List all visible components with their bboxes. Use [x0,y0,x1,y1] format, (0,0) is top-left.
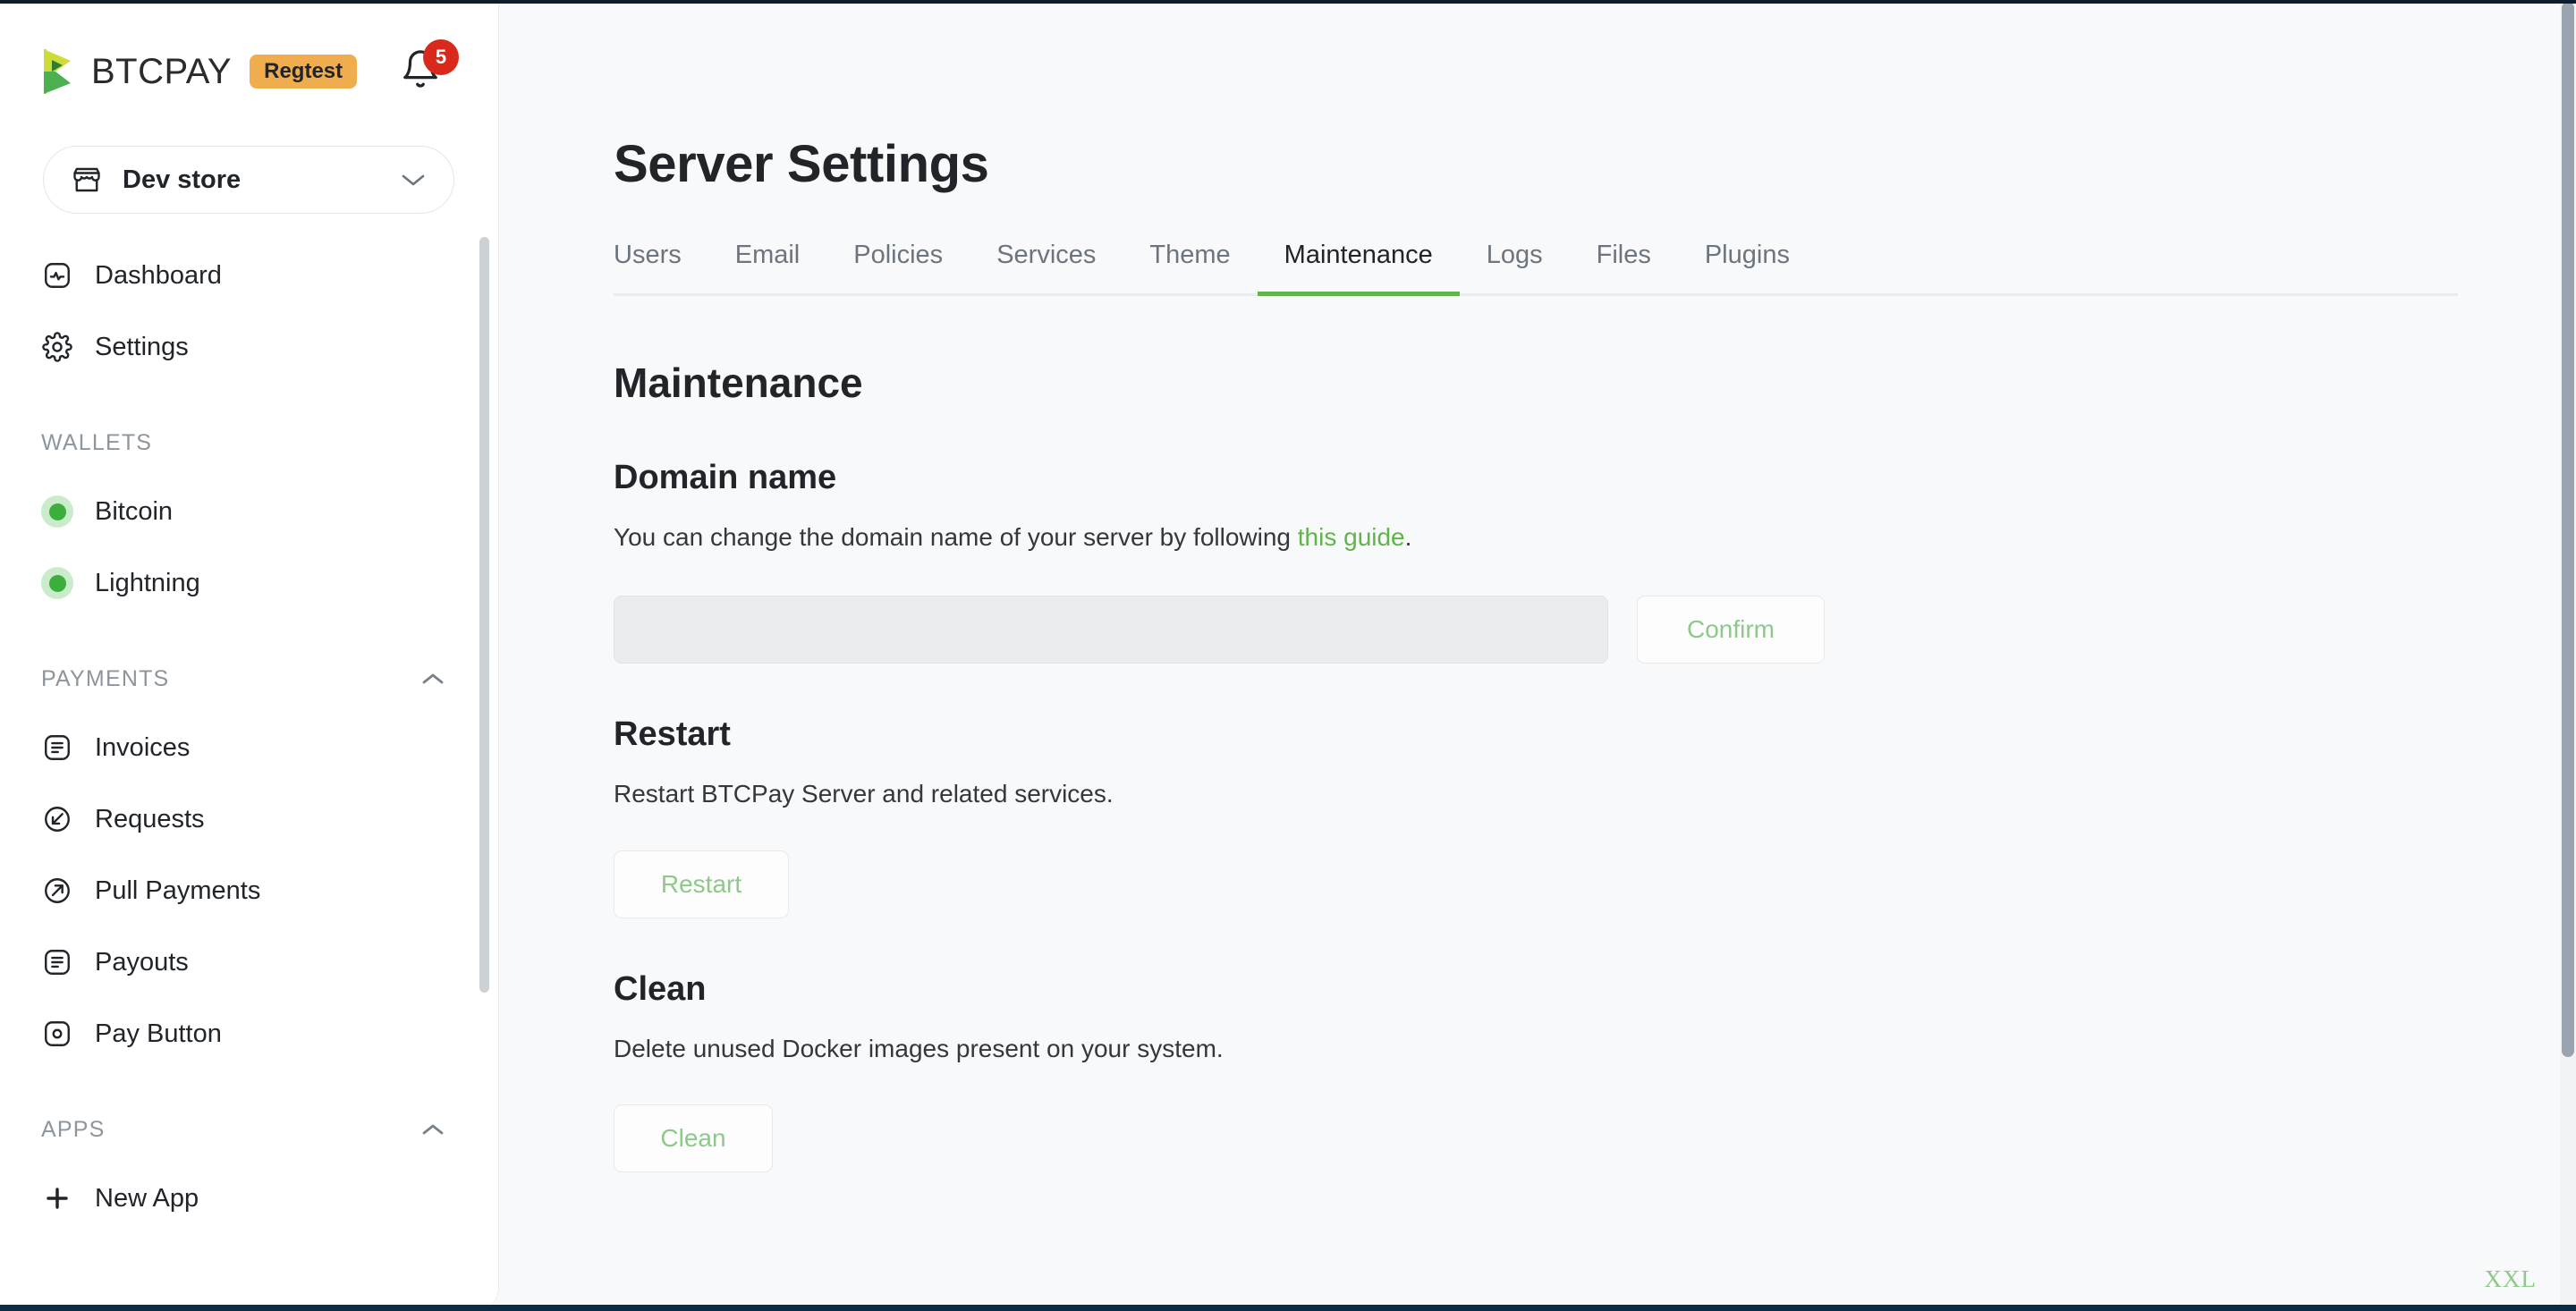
domain-name-form: Confirm [614,596,2458,664]
tab-logs[interactable]: Logs [1460,241,1570,293]
invoice-icon [41,732,73,764]
sidebar-heading-label: PAYMENTS [41,666,420,692]
nav-spacer [41,619,499,646]
clean-heading: Clean [614,970,2458,1009]
sidebar-item-label: Pay Button [95,1019,222,1049]
sidebar-item-settings[interactable]: Settings [41,311,499,383]
status-dot-icon [41,567,73,599]
domain-name-heading: Domain name [614,459,2458,497]
domain-desc-text-before: You can change the domain name of your s… [614,523,1298,551]
brand-wordmark: BTCPAY [91,52,232,92]
restart-description: Restart BTCPay Server and related servic… [614,777,2458,811]
sidebar-item-invoices[interactable]: Invoices [41,712,499,783]
domain-desc-text-after: . [1405,523,1412,551]
clean-description: Delete unused Docker images present on y… [614,1032,2458,1066]
tab-services[interactable]: Services [970,241,1123,293]
sidebar-heading-apps[interactable]: APPS [41,1096,499,1163]
tab-policies[interactable]: Policies [826,241,970,293]
app-window: BTCPAY Regtest 5 Dev store [0,0,2576,1311]
domain-name-description: You can change the domain name of your s… [614,520,2458,554]
sidebar-item-label: Settings [95,333,189,362]
sidebar-heading-wallets: WALLETS [41,410,499,476]
store-icon [71,164,103,196]
sidebar-item-label: New App [95,1184,199,1214]
chevron-up-icon [420,1121,445,1138]
tab-plugins[interactable]: Plugins [1678,241,1817,293]
chevron-down-icon [400,171,427,189]
sidebar-item-pull-payments[interactable]: Pull Payments [41,855,499,926]
sidebar-heading-label: APPS [41,1117,420,1143]
btcpay-logo-icon [41,47,79,96]
restart-button[interactable]: Restart [614,850,789,918]
store-selector-label: Dev store [123,165,400,195]
sidebar-item-label: Payouts [95,948,189,977]
sidebar-item-requests[interactable]: Requests [41,783,499,855]
chevron-up-icon [420,671,445,687]
store-selector[interactable]: Dev store [43,146,454,214]
tab-email[interactable]: Email [708,241,827,293]
payout-icon [41,946,73,978]
notification-count-badge: 5 [423,39,459,75]
sidebar-item-label: Dashboard [95,261,222,291]
page-scrollbar-thumb[interactable] [2562,2,2574,1057]
window-bottom-edge [0,1305,2576,1311]
network-badge: Regtest [250,55,357,89]
sidebar-scrollbar-thumb[interactable] [479,237,489,993]
status-dot-icon [41,495,73,528]
sidebar-item-label: Requests [95,805,205,834]
section-heading-maintenance: Maintenance [614,359,2458,407]
clean-button[interactable]: Clean [614,1104,773,1172]
dashboard-icon [41,259,73,292]
sidebar-item-pay-button[interactable]: Pay Button [41,998,499,1070]
tab-theme[interactable]: Theme [1123,241,1257,293]
arrow-down-left-circle-icon [41,803,73,835]
sidebar-item-label: Lightning [95,569,200,598]
sidebar-item-payouts[interactable]: Payouts [41,926,499,998]
tab-files[interactable]: Files [1570,241,1678,293]
sidebar-item-label: Bitcoin [95,497,173,527]
window-top-edge [0,0,2576,4]
main-content: Server Settings Users Email Policies Ser… [499,0,2576,1311]
sidebar-item-label: Pull Payments [95,876,260,906]
plus-icon [41,1182,73,1214]
tab-maintenance[interactable]: Maintenance [1258,241,1460,293]
confirm-button[interactable]: Confirm [1637,596,1825,664]
sidebar-item-dashboard[interactable]: Dashboard [41,240,499,311]
sidebar: BTCPAY Regtest 5 Dev store [0,0,499,1311]
this-guide-link[interactable]: this guide [1298,523,1405,551]
page-title: Server Settings [614,134,2458,194]
sidebar-heading-label: WALLETS [41,430,445,456]
sidebar-heading-payments[interactable]: PAYMENTS [41,646,499,712]
sidebar-item-bitcoin[interactable]: Bitcoin [41,476,499,547]
sidebar-item-lightning[interactable]: Lightning [41,547,499,619]
pay-button-icon [41,1018,73,1050]
viewport-size-badge: XXL [2472,1260,2550,1302]
domain-name-input[interactable] [614,596,1608,664]
gear-icon [41,331,73,363]
sidebar-nav: Dashboard Settings WALLETS B [0,240,499,1311]
nav-spacer [41,383,499,410]
arrow-up-right-circle-icon [41,875,73,907]
restart-heading: Restart [614,715,2458,754]
tab-users[interactable]: Users [614,241,708,293]
settings-tabs: Users Email Policies Services Theme Main… [614,241,2458,296]
sidebar-item-label: Invoices [95,733,190,763]
nav-spacer [41,1070,499,1096]
notifications-button[interactable]: 5 [400,39,459,98]
sidebar-item-new-app[interactable]: New App [41,1163,499,1234]
